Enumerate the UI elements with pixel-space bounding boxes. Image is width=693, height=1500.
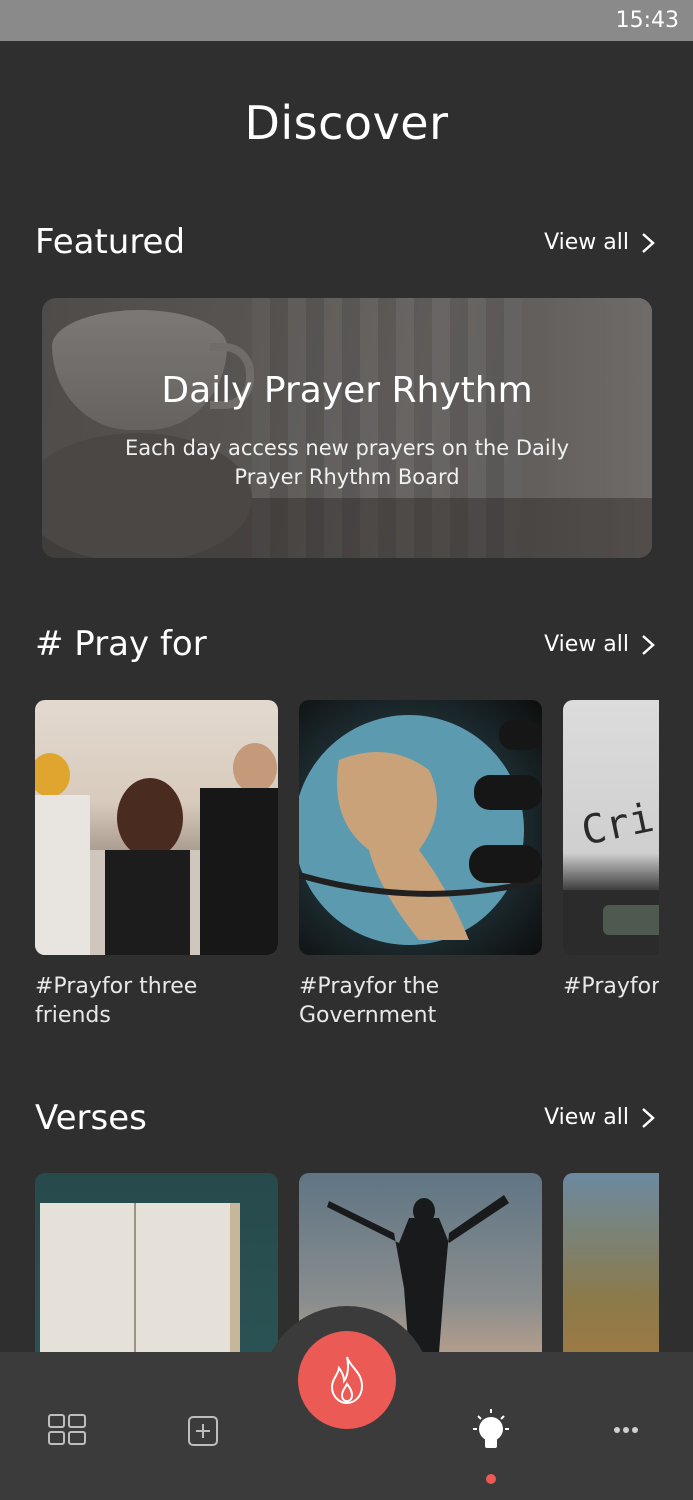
verse-card-bible[interactable]	[35, 1173, 278, 1353]
status-bar: 15:43	[0, 0, 693, 41]
pray-for-heading: # Pray for	[35, 624, 207, 664]
add-icon[interactable]	[187, 1415, 219, 1447]
view-all-label: View all	[544, 230, 629, 255]
fire-action-button[interactable]	[298, 1331, 396, 1429]
verses-heading: Verses	[35, 1098, 147, 1138]
view-all-label: View all	[544, 632, 629, 657]
grid-icon[interactable]	[48, 1414, 86, 1446]
featured-card-subtitle: Each day access new prayers on the Daily…	[124, 436, 570, 489]
lightbulb-icon[interactable]	[470, 1408, 512, 1454]
active-tab-indicator	[486, 1474, 496, 1484]
chevron-right-icon	[642, 1107, 655, 1128]
featured-card-daily-prayer-rhythm[interactable]: Daily Prayer Rhythm Each day access new …	[42, 298, 652, 558]
more-icon[interactable]	[614, 1426, 638, 1434]
bible-photo	[40, 1203, 240, 1353]
pray-for-label: #Prayfor three friends	[35, 974, 198, 1028]
svg-text:Cri: Cri	[578, 795, 658, 855]
pray-for-card-friends[interactable]	[35, 700, 278, 955]
chevron-right-icon	[642, 232, 655, 253]
pray-for-label: #Prayfor situations	[563, 974, 659, 999]
featured-overlay	[42, 298, 652, 558]
featured-heading: Featured	[35, 222, 186, 262]
pray-for-card-situations[interactable]: Cri	[563, 700, 659, 955]
status-time: 15:43	[615, 8, 679, 33]
chevron-right-icon	[642, 634, 655, 655]
pray-for-label: #Prayfor the Government	[299, 974, 440, 1028]
featured-view-all-link[interactable]: View all	[544, 230, 655, 255]
page-title: Discover	[244, 96, 449, 150]
pray-for-card-government[interactable]	[299, 700, 542, 955]
verses-view-all-link[interactable]: View all	[544, 1105, 655, 1130]
verse-card-field[interactable]	[563, 1173, 659, 1353]
typewriter-photo: Cri	[563, 795, 659, 955]
globe-photo	[299, 715, 542, 945]
fire-icon	[330, 1356, 364, 1405]
pray-for-view-all-link[interactable]: View all	[544, 632, 655, 657]
view-all-label: View all	[544, 1105, 629, 1130]
pray-for-carousel[interactable]: #Prayfor three friends #Prayfor the Gove…	[35, 700, 659, 1040]
featured-card-title: Daily Prayer Rhythm	[161, 370, 533, 411]
friends-photo	[35, 743, 278, 955]
